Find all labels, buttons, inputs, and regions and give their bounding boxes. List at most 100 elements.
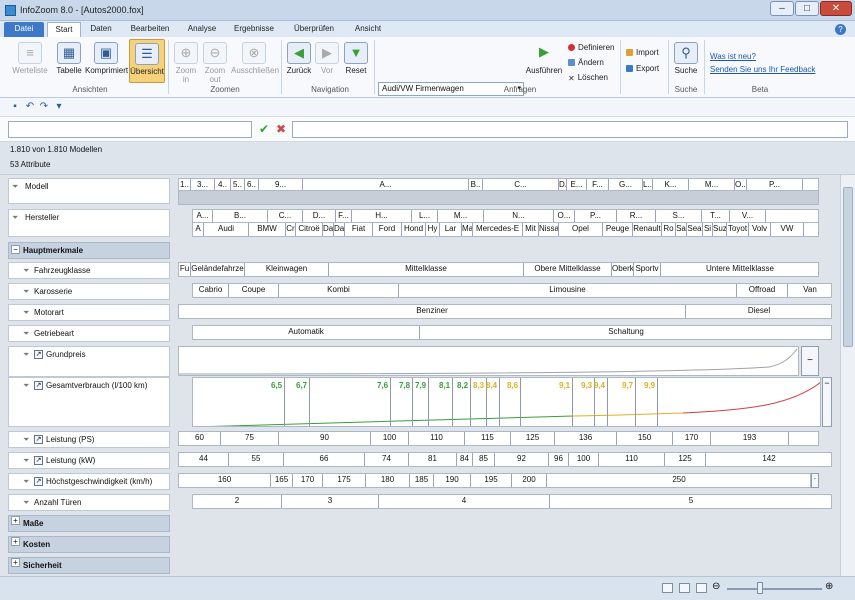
modell-cell[interactable]: 1.. bbox=[179, 179, 191, 190]
modell-band[interactable]: 1..3...4..5..6..9...A...B..C...D..E...F.… bbox=[178, 178, 819, 191]
redo-icon[interactable]: ↷ bbox=[38, 101, 50, 113]
leistung-ps-cell[interactable]: 100 bbox=[371, 432, 409, 445]
fahrzeugklasse-cell[interactable]: Mittelklasse bbox=[329, 263, 524, 276]
tab-analyse[interactable]: Analyse bbox=[181, 22, 223, 37]
hoechstgeschwindigkeit-cell[interactable]: 250 bbox=[547, 474, 810, 487]
fahrzeugklasse-band[interactable]: Fu Geländefahrze Kleinwagen Mittelklasse Obe… bbox=[178, 262, 819, 277]
leistung-ps-cell[interactable]: 115 bbox=[465, 432, 511, 445]
gesamtverbrauch-curve[interactable]: 6,5 6,7 7,6 7,8 7,9 8,1 8,2 8,3 8,4 8,6 9,1 9,3 9,4 9… bbox=[192, 377, 821, 427]
attr-anzahl-tueren[interactable]: ⏷ Anzahl Türen bbox=[8, 494, 170, 511]
hersteller-cell[interactable]: Ro bbox=[662, 223, 676, 236]
hersteller-cell[interactable]: BMW bbox=[249, 223, 286, 236]
modell-cell[interactable]: E... bbox=[567, 179, 587, 190]
modell-cell[interactable]: O... bbox=[735, 179, 747, 190]
verbrauch-value-label[interactable]: 9,7 bbox=[622, 381, 633, 390]
hersteller-cell[interactable]: VW bbox=[771, 223, 804, 236]
expand-icon[interactable]: + bbox=[11, 516, 20, 525]
modell-cell[interactable]: 4.. bbox=[215, 179, 231, 190]
hersteller-group-band[interactable]: A... B... C... D... F... H... L... M... N... O...… bbox=[192, 209, 819, 223]
modell-cell[interactable]: B.. bbox=[469, 179, 483, 190]
cancel-icon[interactable]: ✖ bbox=[276, 122, 286, 136]
hersteller-cell[interactable]: Fiat bbox=[345, 223, 373, 236]
leistung-ps-cell[interactable]: 110 bbox=[409, 432, 465, 445]
leistung-kw-band[interactable]: 44 55 66 74 81 84 85 92 96 100 110 125 142 bbox=[178, 452, 832, 467]
hersteller-band[interactable]: AAudiBMWCrCitroëDaDaFiatFordHondHyLarMa:… bbox=[192, 222, 819, 237]
anzahl-tueren-band[interactable]: 2345 bbox=[192, 494, 832, 509]
verbrauch-value-label[interactable]: 9,9 bbox=[644, 381, 655, 390]
zoom-out-icon[interactable]: ⊖ bbox=[712, 581, 720, 592]
reset-button[interactable]: ▼ Reset bbox=[342, 42, 370, 75]
verbrauch-value-label[interactable]: 8,6 bbox=[507, 381, 518, 390]
fahrzeugklasse-cell[interactable]: Obere Mittelklasse bbox=[524, 263, 612, 276]
ausschliessen-button[interactable]: ⊗ Ausschließen bbox=[231, 42, 279, 75]
leistung-ps-cell[interactable]: 150 bbox=[617, 432, 673, 445]
getriebeart-cell[interactable]: Automatik bbox=[193, 326, 420, 339]
tabelle-button[interactable]: ▦ Tabelle bbox=[54, 42, 84, 75]
hoechstgeschwindigkeit-cell[interactable]: 200 bbox=[512, 474, 547, 487]
karosserie-cell[interactable]: Van bbox=[788, 284, 831, 297]
getriebeart-band[interactable]: Automatik Schaltung bbox=[192, 325, 832, 340]
leistung-kw-cell[interactable]: 96 bbox=[549, 453, 569, 466]
fahrzeugklasse-cell[interactable]: Untere Mittelklasse bbox=[661, 263, 818, 276]
hersteller-cell[interactable]: Cr bbox=[286, 223, 296, 236]
tab-datei[interactable]: Datei bbox=[4, 22, 44, 37]
hoechstgeschwindigkeit-cell[interactable]: 165 bbox=[271, 474, 293, 487]
zoom-out-button[interactable]: ⊖ Zoom out bbox=[201, 42, 229, 84]
fahrzeugklasse-cell[interactable]: Geländefahrze bbox=[191, 263, 245, 276]
section-kosten[interactable]: Kosten bbox=[8, 536, 170, 553]
hersteller-cell[interactable]: Ford bbox=[373, 223, 402, 236]
formula-input[interactable] bbox=[292, 121, 848, 138]
hersteller-cell[interactable]: Mit bbox=[523, 223, 539, 236]
modell-cell[interactable]: G... bbox=[609, 179, 643, 190]
karosserie-cell[interactable]: Limousine bbox=[399, 284, 737, 297]
tab-daten[interactable]: Daten bbox=[84, 22, 118, 37]
minimize-button[interactable]: – bbox=[770, 1, 794, 16]
leistung-kw-cell[interactable]: 125 bbox=[665, 453, 706, 466]
scrollbar-thumb[interactable] bbox=[843, 187, 853, 347]
komprimiert-button[interactable]: ▣ Komprimiert bbox=[85, 42, 128, 75]
zurueck-button[interactable]: ◀ Zurück bbox=[285, 42, 313, 75]
modell-cell[interactable]: K... bbox=[653, 179, 689, 190]
collapse-icon[interactable]: − bbox=[11, 245, 20, 254]
hersteller-cell[interactable]: Opel bbox=[559, 223, 603, 236]
attr-motorart[interactable]: ⏷ Motorart bbox=[8, 304, 170, 321]
tab-start[interactable]: Start bbox=[47, 22, 81, 37]
sort-icon[interactable]: ↗ bbox=[34, 435, 43, 444]
hersteller-cell[interactable]: Citroë bbox=[296, 223, 323, 236]
karosserie-cell[interactable]: Offroad bbox=[737, 284, 788, 297]
tab-bearbeiten[interactable]: Bearbeiten bbox=[124, 22, 176, 37]
modell-cell[interactable]: F... bbox=[587, 179, 609, 190]
karosserie-cell[interactable]: Cabrio bbox=[193, 284, 229, 297]
attr-leistung-kw[interactable]: ⏷ ↗ Leistung (kW) bbox=[8, 452, 170, 469]
leistung-kw-cell[interactable]: 110 bbox=[599, 453, 665, 466]
hersteller-cell[interactable]: Da bbox=[323, 223, 334, 236]
section-masse[interactable]: Maße bbox=[8, 515, 170, 532]
sort-icon[interactable]: ↗ bbox=[34, 350, 43, 359]
suche-button[interactable]: ⚲ Suche bbox=[672, 42, 700, 75]
anzahl-tueren-cell[interactable]: 4 bbox=[379, 495, 550, 508]
hoechstgeschwindigkeit-cell[interactable]: 160 bbox=[179, 474, 271, 487]
hoechstgeschwindigkeit-cell[interactable]: 190 bbox=[434, 474, 471, 487]
leistung-ps-cell[interactable]: 60 bbox=[179, 432, 221, 445]
motorart-cell[interactable]: Benziner bbox=[179, 305, 686, 318]
sort-icon[interactable]: ↗ bbox=[34, 477, 43, 486]
section-hauptmerkmale[interactable]: Hauptmerkmale bbox=[8, 242, 170, 259]
leistung-ps-cell[interactable]: 170 bbox=[673, 432, 711, 445]
leistung-kw-cell[interactable]: 66 bbox=[284, 453, 365, 466]
vertical-scrollbar[interactable] bbox=[840, 175, 855, 576]
modell-cell[interactable]: M... bbox=[689, 179, 735, 190]
section-sicherheit[interactable]: Sicherheit bbox=[8, 557, 170, 574]
anzahl-tueren-cell[interactable]: 3 bbox=[282, 495, 379, 508]
tab-ergebnisse[interactable]: Ergebnisse bbox=[228, 22, 280, 37]
leistung-ps-cell[interactable]: 136 bbox=[555, 432, 617, 445]
hoechstgeschwindigkeit-cell[interactable]: 195 bbox=[471, 474, 512, 487]
leistung-kw-cell[interactable]: 74 bbox=[365, 453, 409, 466]
leistung-ps-cell[interactable]: 90 bbox=[279, 432, 371, 445]
zoom-slider[interactable] bbox=[727, 588, 822, 590]
collapse-curve-button[interactable]: − bbox=[801, 346, 819, 376]
attr-grundpreis[interactable]: ⏷ ↗ Grundpreis bbox=[8, 346, 170, 377]
motorart-cell[interactable]: Diesel bbox=[686, 305, 831, 318]
verbrauch-value-label[interactable]: 9,1 bbox=[559, 381, 570, 390]
sort-icon[interactable]: ↗ bbox=[34, 456, 43, 465]
expand-icon[interactable]: + bbox=[11, 537, 20, 546]
